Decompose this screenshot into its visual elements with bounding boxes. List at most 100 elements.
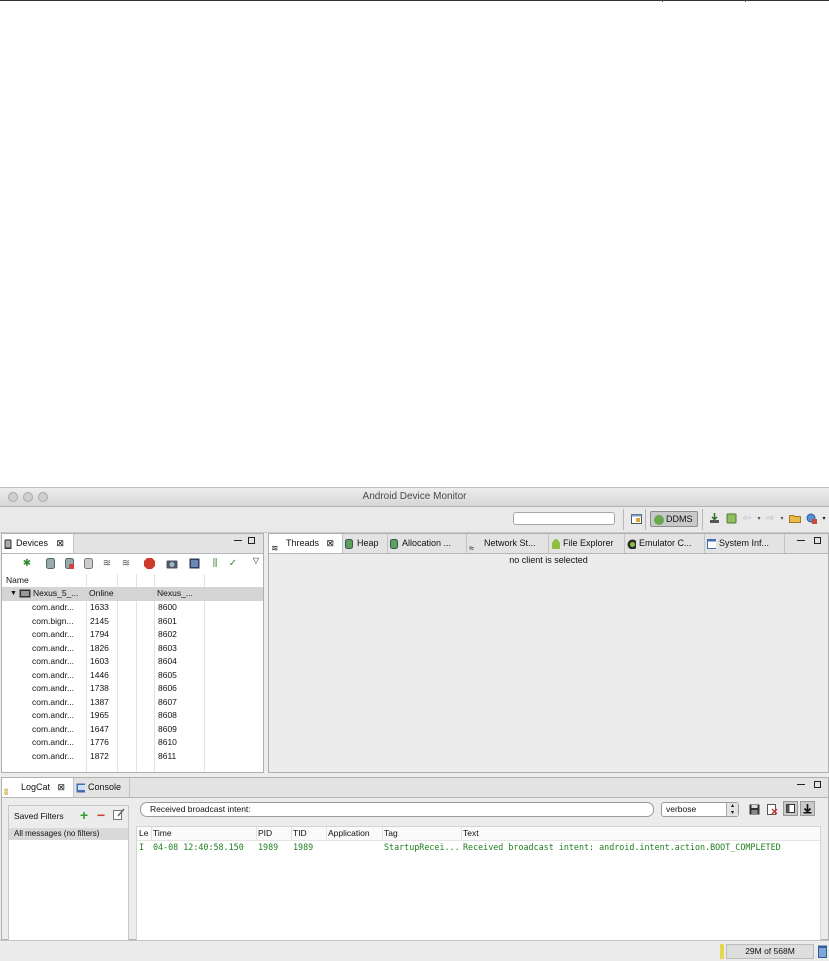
android-sdk-icon[interactable] [725,513,737,525]
process-row[interactable]: com.andr... 1872 8611 [2,750,263,764]
process-row[interactable]: com.andr... 1826 8603 [2,642,263,656]
trash-icon[interactable] [818,945,827,960]
device-icon [19,587,31,601]
tab-emulator-label: Emulator C... [639,538,692,548]
stop-process-icon[interactable] [143,558,155,570]
column-divider [461,827,462,840]
expand-triangle-icon[interactable]: ▼ [10,587,17,601]
device-row[interactable]: ▼ Nexus_5_... Online Nexus_... [2,587,263,601]
process-row[interactable]: com.andr... 1776 8610 [2,736,263,750]
process-row[interactable]: com.bign... 2145 8601 [2,615,263,629]
wifi-icon: ≈ [469,542,474,553]
close-icon[interactable]: ⊠ [57,538,65,548]
close-icon[interactable]: ⊠ [327,538,335,548]
log-table-header: Le Time PID TID Application Tag Text [137,827,820,841]
tab-heap[interactable]: Heap [343,534,388,553]
process-row[interactable]: com.andr... 1965 8608 [2,709,263,723]
minimize-icon[interactable] [797,784,805,785]
process-row[interactable]: com.andr... 1738 8606 [2,682,263,696]
all-messages-filter[interactable]: All messages (no filters) [9,828,128,840]
maximize-icon[interactable] [814,781,821,788]
tab-file-explorer-label: File Explorer [563,538,614,548]
minimize-icon[interactable] [797,540,805,541]
process-pid: 1633 [90,602,109,612]
toggle-filters-icon[interactable] [783,801,798,816]
process-port: 8603 [158,642,177,653]
tab-file-explorer[interactable]: File Explorer [549,534,625,553]
process-port: 8601 [158,615,177,626]
download-icon[interactable] [708,513,720,525]
save-log-icon[interactable] [749,804,760,817]
column-header-application[interactable]: Application [328,827,370,840]
search-dropdown-icon[interactable]: ▾ [818,513,829,525]
process-row[interactable]: com.andr... 1647 8609 [2,723,263,737]
process-pid: 1603 [90,656,109,666]
column-divider [326,827,327,840]
open-folder-icon[interactable] [789,513,801,525]
column-header-time[interactable]: Time [153,827,172,840]
process-row[interactable]: com.andr... 1633 8600 [2,601,263,615]
column-header-pid[interactable]: PID [258,827,272,840]
column-header-text[interactable]: Text [463,827,479,840]
log-level-select[interactable]: verbose ▴ ▾ [661,802,739,817]
quick-access-input[interactable] [513,512,615,525]
scroll-lock-icon[interactable] [800,801,815,816]
systrace-icon[interactable]: ⫼ [209,558,221,570]
minimize-icon[interactable] [234,540,242,541]
update-heap-icon[interactable] [44,558,56,570]
tab-devices[interactable]: Devices ⊠ [2,534,74,553]
cause-gc-icon[interactable] [82,558,94,570]
hierarchy-dump-icon[interactable] [188,558,200,570]
process-pid: 1965 [90,710,109,720]
memory-usage-indicator[interactable]: 29M of 568M [726,944,814,959]
log-row[interactable]: I 04-08 12:40:58.150 1989 1989 StartupRe… [137,841,820,854]
column-header-name[interactable]: Name [6,574,29,586]
view-menu-icon[interactable]: ▽ [250,555,262,567]
forward-dropdown-icon[interactable]: ▾ [776,513,788,525]
screen-capture-icon[interactable] [166,558,178,570]
open-perspective-icon[interactable] [630,513,642,525]
tab-network-statistics[interactable]: ≈ Network St... [467,534,549,553]
update-threads-icon[interactable]: ≋ [101,558,113,570]
tab-allocation[interactable]: Allocation ... [388,534,467,553]
process-row[interactable]: com.andr... 1603 8604 [2,655,263,669]
ddms-perspective-button[interactable]: DDMS [650,511,698,527]
process-row[interactable]: com.andr... 1387 8607 [2,696,263,710]
add-filter-icon[interactable]: + [80,807,88,823]
back-icon[interactable]: ⇦ [741,513,753,525]
maximize-icon[interactable] [248,537,255,544]
maximize-icon[interactable] [814,537,821,544]
log-search-input[interactable]: Received broadcast intent: [140,802,654,817]
tools-content: no client is selected [269,554,828,772]
tab-console[interactable]: Console [74,778,130,797]
tab-system-information[interactable]: System Inf... [705,534,785,553]
process-row[interactable]: com.andr... 1794 8602 [2,628,263,642]
process-row[interactable]: com.andr... 1446 8605 [2,669,263,683]
tab-emulator-control[interactable]: Emulator C... [625,534,705,553]
tab-threads[interactable]: ≋ Threads ⊠ [269,534,343,553]
logcat-icon: ʬ [4,786,9,797]
search-globe-icon[interactable] [806,513,818,525]
debug-icon[interactable]: ✱ [21,558,33,570]
forward-icon[interactable]: ⇨ [764,513,776,525]
log-time: 04-08 12:40:58.150 [153,842,244,852]
tab-logcat[interactable]: ʬ LogCat ⊠ [2,778,74,797]
title-bar: Android Device Monitor [0,488,829,507]
device-icon [4,539,12,549]
process-name: com.andr... [32,642,75,653]
edit-filter-icon[interactable] [113,808,125,822]
devices-table: Name ▼ Nexus_5_... Online Nexus_... com.… [2,574,263,772]
remove-filter-icon[interactable]: − [97,807,105,823]
start-opengl-trace-icon[interactable]: ✓ [227,558,239,570]
column-divider [256,827,257,840]
saved-filters-label: Saved Filters [14,811,64,821]
column-header-level[interactable]: Le [139,827,148,840]
column-header-tid[interactable]: TID [293,827,307,840]
dump-hprof-icon[interactable] [63,558,75,570]
close-icon[interactable]: ⊠ [58,782,66,792]
column-header-tag[interactable]: Tag [384,827,398,840]
process-name: com.andr... [32,710,75,720]
android-device-monitor-window: Android Device Monitor DDMS ⇦ ▾ ⇨ ▾ ▾ De… [0,487,829,961]
clear-log-icon[interactable] [767,804,778,817]
start-method-profiling-icon[interactable]: ≋ [120,558,132,570]
